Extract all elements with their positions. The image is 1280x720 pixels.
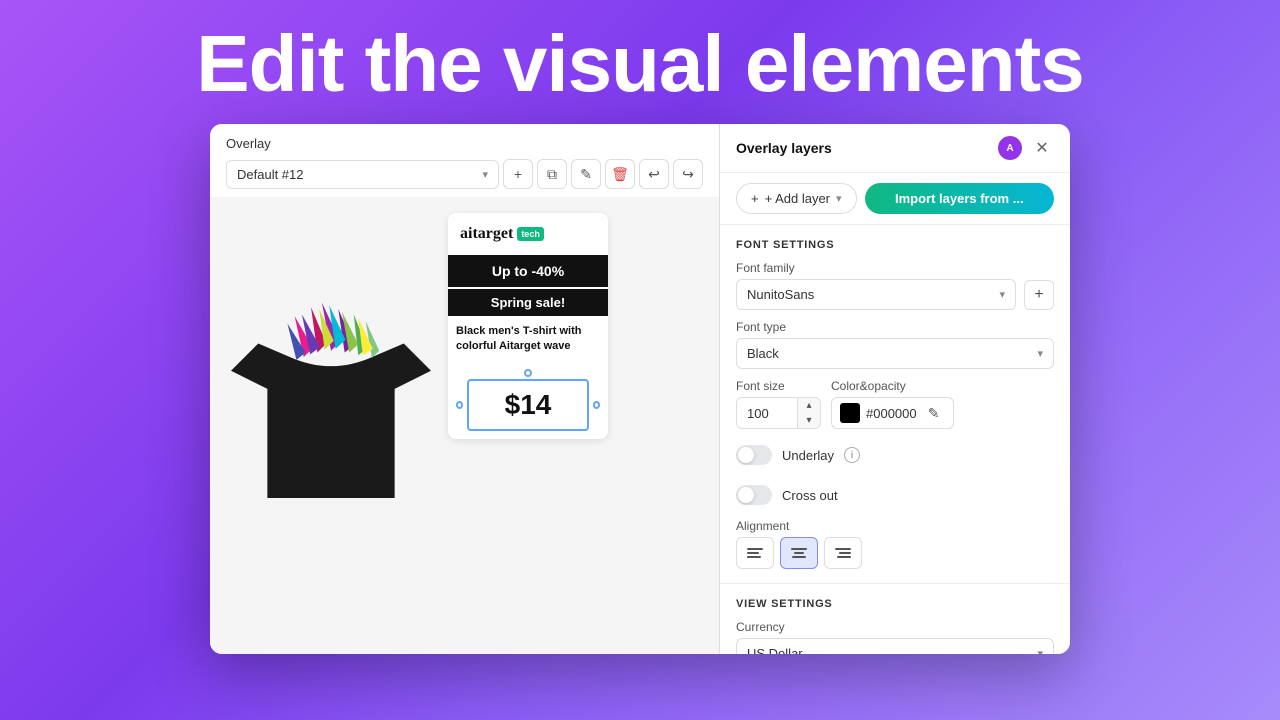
ad-logo-badge: tech [517,227,544,241]
ad-price-box: $14 [467,379,589,431]
import-layers-button[interactable]: Import layers from ... [865,183,1054,214]
right-panel-header: Overlay layers A ✕ [720,124,1070,173]
overlay-title: Overlay [226,136,703,151]
color-swatch[interactable] [840,403,860,423]
chevron-down-icon: ▾ [1037,347,1043,360]
font-family-label: Font family [736,261,1054,275]
font-size-input[interactable] [737,399,797,428]
edit-color-button[interactable]: ✎ [923,402,945,424]
underlay-toggle[interactable] [736,445,772,465]
font-size-increment[interactable]: ▴ [798,398,820,413]
ad-logo-text: aitarget [460,225,513,243]
main-container: Overlay Default #12 ▾ + ⧉ ✎ 🗑 ↩ ↪ [210,124,1070,654]
align-center-icon [791,548,807,558]
hero-title: Edit the visual elements [156,0,1123,124]
currency-row: US Dollar ▾ [736,638,1054,654]
font-size-decrement[interactable]: ▾ [798,413,820,428]
toggle-knob [738,487,754,503]
align-right-icon [835,548,851,558]
ad-sale-banner: Up to -40% [448,255,608,287]
font-size-input-wrap: ▴ ▾ [736,397,821,429]
ad-spring-banner: Spring sale! [448,289,608,316]
preview-area: aitarget tech Up to -40% Spring sale! Bl… [210,197,719,654]
toggle-knob [738,447,754,463]
crossout-toggle[interactable] [736,485,772,505]
add-layer-button[interactable]: + + Add layer ▾ [736,183,857,214]
alignment-label: Alignment [736,519,1054,533]
chevron-down-icon: ▾ [482,168,488,181]
chevron-down-icon: ▾ [836,192,842,205]
tshirt-container [226,213,436,583]
ad-description: Black men's T-shirt with colorful Aitarg… [448,316,608,363]
color-hex-value: #000000 [866,406,917,421]
resize-handle-top[interactable] [524,369,532,377]
font-family-row: NunitoSans ▾ + [736,279,1054,310]
crossout-label: Cross out [782,488,838,503]
view-settings-title: VIEW SETTINGS [736,598,1054,610]
underlay-toggle-row: Underlay i [736,439,1054,471]
plus-icon: + [751,191,759,206]
chevron-down-icon: ▾ [999,288,1005,301]
font-family-value: NunitoSans [747,287,814,302]
font-type-select[interactable]: Black ▾ [736,338,1054,369]
align-center-button[interactable] [780,537,818,569]
alignment-row [736,537,1054,569]
font-type-row: Black ▾ [736,338,1054,369]
font-settings-section: FONT SETTINGS Font family NunitoSans ▾ +… [720,225,1070,584]
font-size-color-row: Font size ▴ ▾ Color&opacity #000000 [736,379,1054,429]
undo-button[interactable]: ↩ [639,159,669,189]
ad-price-section: $14 [448,363,608,439]
color-input-wrap: #000000 ✎ [831,397,954,429]
edit-button[interactable]: ✎ [571,159,601,189]
view-settings-section: VIEW SETTINGS Currency US Dollar ▾ View … [720,584,1070,654]
resize-handle-left[interactable] [456,401,463,409]
right-panel: Overlay layers A ✕ + + Add layer ▾ Impor… [720,124,1070,654]
add-button[interactable]: + [503,159,533,189]
left-panel: Overlay Default #12 ▾ + ⧉ ✎ 🗑 ↩ ↪ [210,124,720,654]
overlay-dropdown[interactable]: Default #12 ▾ [226,160,499,189]
underlay-label: Underlay [782,448,834,463]
action-bar: + + Add layer ▾ Import layers from ... [720,173,1070,225]
currency-value: US Dollar [747,646,803,654]
align-left-button[interactable] [736,537,774,569]
right-panel-title: Overlay layers [736,140,832,156]
close-button[interactable]: ✕ [1030,136,1054,160]
tshirt-svg [231,288,431,508]
currency-label: Currency [736,620,1054,634]
toolbar: Default #12 ▾ + ⧉ ✎ 🗑 ↩ ↪ [226,159,703,189]
font-type-value: Black [747,346,779,361]
currency-select[interactable]: US Dollar ▾ [736,638,1054,654]
font-settings-title: FONT SETTINGS [736,239,1054,251]
add-layer-label: + Add layer [765,191,830,206]
font-type-label: Font type [736,320,1054,334]
ad-card: aitarget tech Up to -40% Spring sale! Bl… [448,213,608,439]
left-header: Overlay Default #12 ▾ + ⧉ ✎ 🗑 ↩ ↪ [210,124,719,197]
color-group: Color&opacity #000000 ✎ [831,379,954,429]
avatar: A [998,136,1022,160]
font-family-select[interactable]: NunitoSans ▾ [736,279,1016,310]
font-size-label: Font size [736,379,821,393]
ad-logo: aitarget tech [448,213,608,255]
font-size-stepper: ▴ ▾ [797,398,820,428]
overlay-dropdown-value: Default #12 [237,167,304,182]
font-family-add-button[interactable]: + [1024,280,1054,310]
resize-handle-right[interactable] [593,401,600,409]
color-opacity-label: Color&opacity [831,379,954,393]
font-size-group: Font size ▴ ▾ [736,379,821,429]
delete-button[interactable]: 🗑 [605,159,635,189]
align-left-icon [747,548,763,558]
align-right-button[interactable] [824,537,862,569]
redo-button[interactable]: ↪ [673,159,703,189]
underlay-info-icon[interactable]: i [844,447,860,463]
chevron-down-icon: ▾ [1037,647,1043,654]
crossout-toggle-row: Cross out [736,479,1054,511]
copy-button[interactable]: ⧉ [537,159,567,189]
